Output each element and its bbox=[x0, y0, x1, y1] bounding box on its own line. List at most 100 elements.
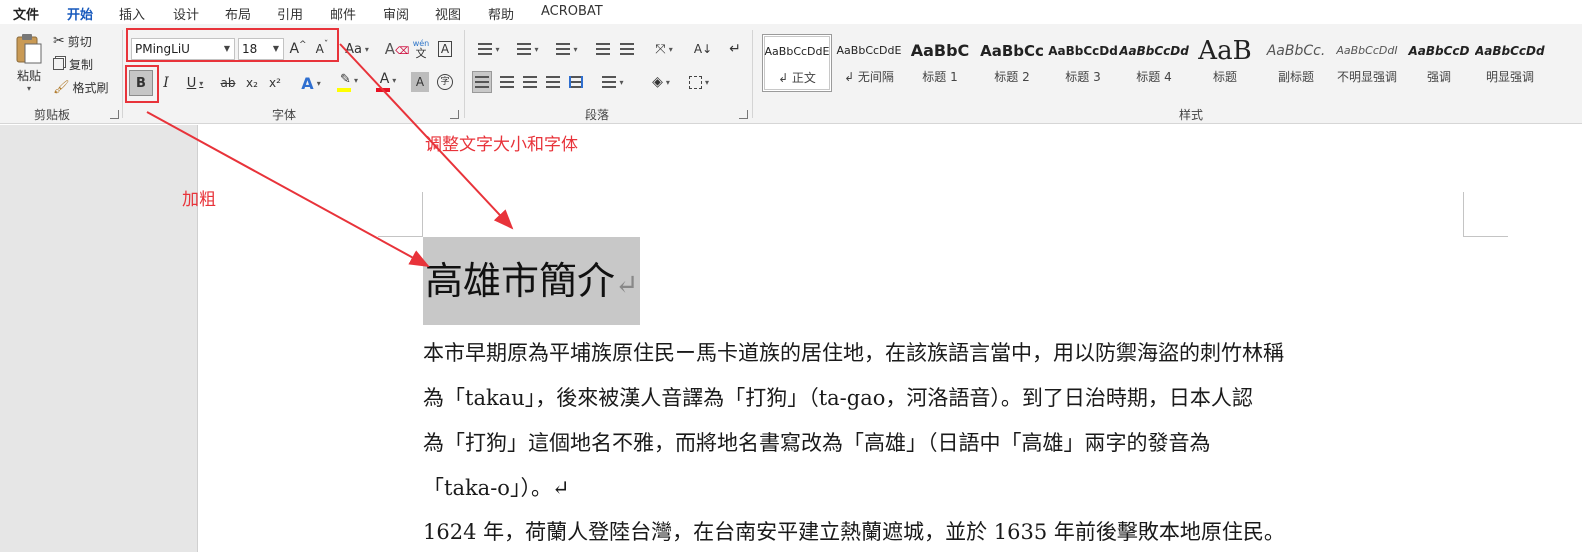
paste-label: 粘贴 bbox=[16, 69, 41, 83]
body-line[interactable]: 為「takau」，後來被漢人音譯為「打狗」（ta-gao，河洛語音）。到了日治時… bbox=[423, 382, 1253, 412]
chinese-layout-icon: ⤧ bbox=[655, 41, 666, 57]
change-case-button[interactable]: Aa ▾ bbox=[342, 38, 372, 60]
bullets-icon bbox=[478, 43, 493, 55]
increase-indent-button[interactable] bbox=[617, 38, 637, 60]
underline-button[interactable]: U ▾ bbox=[180, 72, 210, 94]
superscript-button[interactable]: x² bbox=[266, 72, 284, 94]
format-painter-button[interactable]: 🖌 格式刷 bbox=[53, 78, 109, 96]
style-name: ↲ 正文 bbox=[778, 71, 816, 85]
tab-file[interactable]: 文件 bbox=[13, 4, 39, 23]
body-line[interactable]: 1624 年，荷蘭人登陸台灣，在台南安平建立熱蘭遮城，並於 1635 年前後擊敗… bbox=[423, 516, 1285, 546]
style-normal[interactable]: AaBbCcDdE ↲ 正文 bbox=[762, 34, 832, 92]
numbering-button[interactable]: ▾ bbox=[511, 38, 545, 60]
subscript-button[interactable]: x₂ bbox=[243, 72, 261, 94]
font-launcher-icon[interactable] bbox=[450, 110, 459, 119]
text-effects-button[interactable]: A ▾ bbox=[296, 72, 326, 94]
line-spacing-button[interactable]: ▾ bbox=[596, 71, 630, 93]
justify-button[interactable] bbox=[543, 71, 563, 93]
chevron-down-icon: ▾ bbox=[573, 44, 578, 54]
paste-button[interactable]: 粘贴 ▾ bbox=[10, 30, 48, 96]
tab-layout[interactable]: 布局 bbox=[225, 4, 251, 23]
style-heading-4[interactable]: AaBbCcDd 标题 4 bbox=[1119, 34, 1189, 92]
show-marks-button[interactable]: ↵ bbox=[724, 38, 746, 60]
tab-acrobat[interactable]: ACROBAT bbox=[541, 4, 603, 19]
align-left-icon bbox=[475, 76, 489, 88]
multilevel-list-button[interactable]: ▾ bbox=[550, 38, 584, 60]
character-border-button[interactable]: A bbox=[435, 38, 455, 60]
style-subtle-emphasis[interactable]: AaBbCcDdI 不明显强调 bbox=[1332, 34, 1402, 92]
align-right-icon bbox=[523, 76, 537, 88]
copy-icon bbox=[53, 58, 64, 70]
align-right-button[interactable] bbox=[520, 71, 540, 93]
chevron-down-icon: ▾ bbox=[619, 77, 624, 87]
tab-review[interactable]: 审阅 bbox=[383, 4, 409, 23]
character-shading-button[interactable]: A bbox=[411, 72, 429, 92]
shading-button[interactable]: ◈ ▾ bbox=[644, 71, 678, 93]
decrease-indent-button[interactable] bbox=[593, 38, 613, 60]
bullets-button[interactable]: ▾ bbox=[472, 38, 506, 60]
paragraph-launcher-icon[interactable] bbox=[739, 110, 748, 119]
tab-design[interactable]: 设计 bbox=[173, 4, 199, 23]
style-preview: AaBbCcDdE bbox=[1475, 44, 1545, 58]
style-name: 不明显强调 bbox=[1336, 70, 1397, 84]
cut-button[interactable]: ✂ 剪切 bbox=[53, 32, 92, 50]
body-line[interactable]: 為「打狗」這個地名不雅，而將地名書寫改為「高雄」（日語中「高雄」兩字的發音為 bbox=[423, 427, 1211, 457]
body-line[interactable]: 本市早期原為平埔族原住民ー馬卡道族的居住地，在該族語言當中，用以防禦海盜的刺竹林… bbox=[423, 337, 1284, 367]
style-heading-3[interactable]: AaBbCcDd 标题 3 bbox=[1048, 34, 1118, 92]
enclose-characters-button[interactable]: 字 bbox=[435, 72, 455, 92]
style-title[interactable]: AaB 标题 bbox=[1190, 34, 1260, 92]
sort-button[interactable]: A↓ bbox=[692, 38, 714, 60]
chinese-layout-button[interactable]: ⤧ ▾ bbox=[647, 38, 681, 60]
tab-home[interactable]: 开始 bbox=[67, 4, 94, 27]
borders-icon bbox=[688, 75, 702, 89]
distributed-icon bbox=[569, 76, 583, 88]
document-title[interactable]: 高雄市簡介↵ bbox=[423, 237, 641, 325]
phonetic-guide-button[interactable]: wén 文 bbox=[410, 36, 432, 62]
chevron-down-icon: ▾ bbox=[704, 77, 709, 87]
style-intense-emphasis[interactable]: AaBbCcDdE 明显强调 bbox=[1475, 34, 1545, 92]
italic-button[interactable]: I bbox=[158, 72, 174, 94]
strikethrough-button[interactable]: ab bbox=[218, 72, 238, 94]
text-effects-icon: A bbox=[301, 73, 314, 93]
style-subtitle[interactable]: AaBbCc. 副标题 bbox=[1261, 34, 1331, 92]
style-name: 明显强调 bbox=[1485, 70, 1534, 84]
tab-help[interactable]: 帮助 bbox=[488, 4, 514, 23]
borders-button[interactable]: ▾ bbox=[682, 71, 716, 93]
paragraph-mark: ↵ bbox=[615, 268, 639, 301]
clear-formatting-button[interactable]: A⌫ bbox=[385, 38, 409, 60]
style-heading-2[interactable]: AaBbCc 标题 2 bbox=[977, 34, 1047, 92]
left-margin-area bbox=[0, 125, 198, 552]
style-name: 标题 bbox=[1212, 70, 1237, 84]
tab-mailings[interactable]: 邮件 bbox=[330, 4, 356, 23]
align-center-button[interactable] bbox=[497, 71, 517, 93]
style-name: ↲ 无间隔 bbox=[844, 70, 894, 84]
align-left-button[interactable] bbox=[472, 71, 492, 93]
margin-corner-mark bbox=[378, 192, 423, 237]
highlight-color-button[interactable]: ✎ ▾ bbox=[333, 70, 365, 94]
character-shading-icon: A bbox=[415, 75, 425, 89]
menu-bar: 文件 开始 插入 设计 布局 引用 邮件 审阅 视图 帮助 ACROBAT bbox=[0, 0, 1582, 27]
style-preview: AaBbCcDdI bbox=[1336, 44, 1398, 57]
document-title-text: 高雄市簡介 bbox=[425, 259, 616, 303]
font-color-button[interactable]: A ▾ bbox=[372, 70, 404, 94]
enclose-characters-icon: 字 bbox=[437, 74, 453, 90]
paragraph-group-label: 段落 bbox=[585, 108, 610, 122]
numbering-icon bbox=[517, 43, 532, 55]
style-preview: AaBbCcDd bbox=[1119, 44, 1189, 58]
style-name: 标题 2 bbox=[994, 70, 1030, 84]
body-line[interactable]: 「taka-o」）。↵ bbox=[423, 472, 570, 502]
copy-button[interactable]: 复制 bbox=[53, 55, 93, 73]
style-preview: AaBbCcDdE bbox=[764, 45, 830, 58]
tab-view[interactable]: 视图 bbox=[435, 4, 461, 23]
distributed-button[interactable] bbox=[566, 71, 586, 93]
font-color-swatch bbox=[376, 88, 390, 92]
style-no-spacing[interactable]: AaBbCcDdE ↲ 无间隔 bbox=[834, 34, 904, 92]
tab-references[interactable]: 引用 bbox=[277, 4, 303, 23]
chevron-down-icon: ▾ bbox=[665, 77, 670, 87]
style-emphasis[interactable]: AaBbCcD 强调 bbox=[1404, 34, 1474, 92]
font-color-icon: A bbox=[379, 71, 390, 87]
clipboard-launcher-icon[interactable] bbox=[110, 110, 119, 119]
tab-insert[interactable]: 插入 bbox=[119, 4, 145, 23]
paragraph-mark-icon: ↵ bbox=[729, 41, 741, 57]
style-heading-1[interactable]: AaBbC 标题 1 bbox=[905, 34, 975, 92]
